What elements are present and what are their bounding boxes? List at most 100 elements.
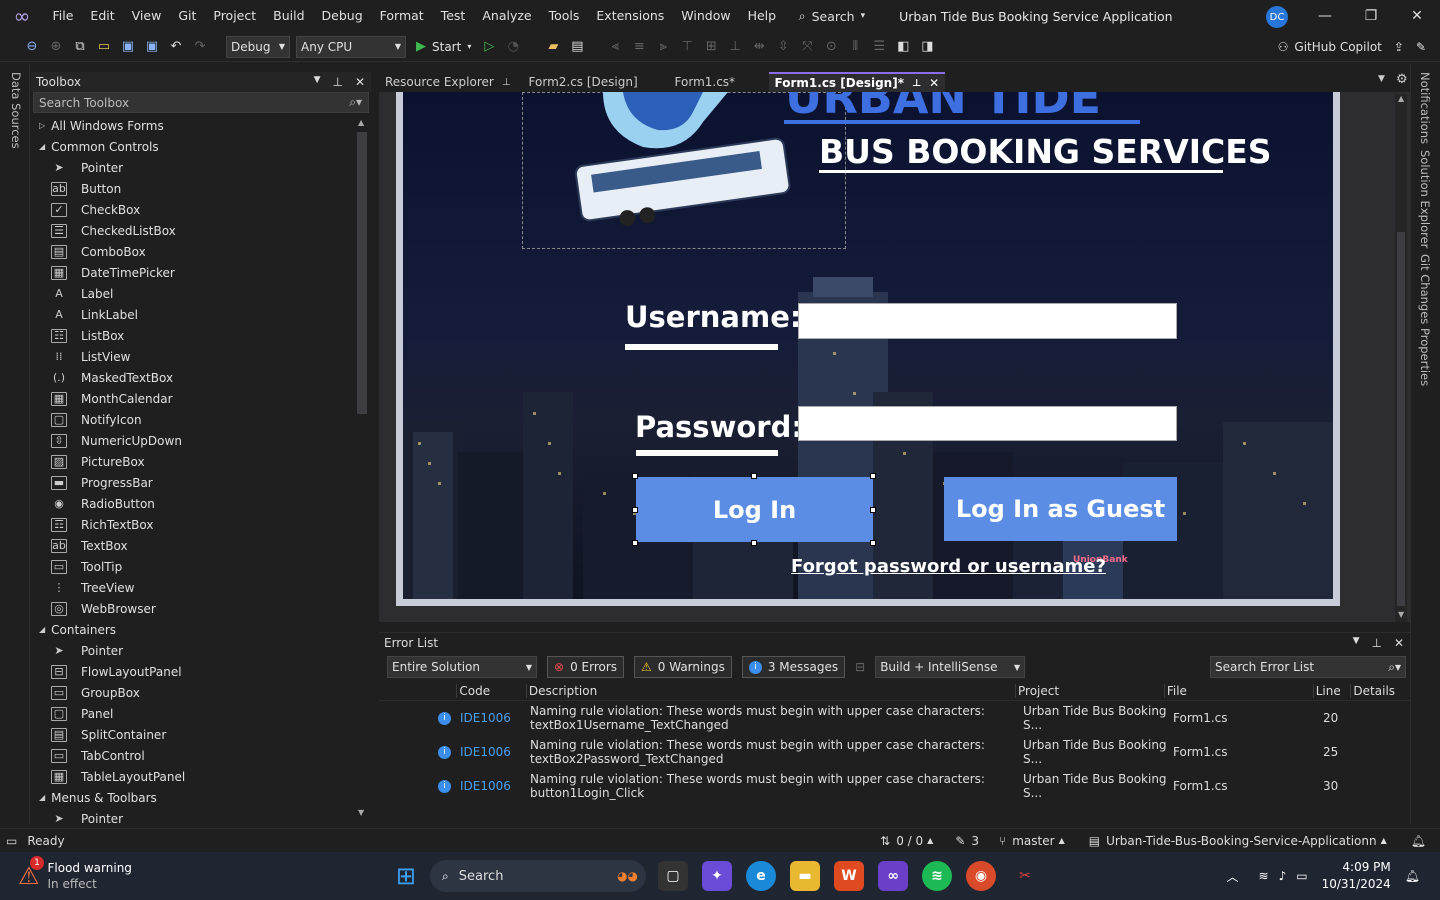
right-strip-tab-1[interactable]: Solution Explorer [1418,150,1432,248]
tab-1[interactable]: Form2.cs [Design] [523,72,663,92]
zoom-icon[interactable]: ⊙ [821,37,841,57]
login-button[interactable]: Log In [636,477,873,542]
menu-format[interactable]: Format [371,0,432,32]
toolbox-item[interactable]: ▬ ProgressBar [31,472,371,493]
toolbox-item[interactable]: A Label [31,283,371,304]
column-header-description[interactable]: Description [525,683,1015,698]
resize-handle[interactable] [632,473,638,479]
size-height-icon[interactable]: ⇳ [773,37,793,57]
menu-build[interactable]: Build [265,0,313,32]
toolbox-item[interactable]: ⊟ FlowLayoutPanel [31,661,371,682]
toolbox-item[interactable]: ▭ ToolTip [31,556,371,577]
column-header-code[interactable]: Code [456,683,525,698]
toolbox-item[interactable]: ▤ ComboBox [31,241,371,262]
pin-icon[interactable]: ⊥ [332,75,342,89]
toolbox-search-input[interactable]: Search Toolbox ⌕▾ [33,92,369,113]
file-explorer-icon[interactable]: ▬ [790,861,821,891]
spotify-icon[interactable]: ≋ [922,861,953,891]
redo-icon[interactable]: ↷ [190,37,210,57]
size-width-icon[interactable]: ⇹ [749,37,769,57]
snipping-tool-icon[interactable]: ✂ [1010,861,1040,891]
column-header-details[interactable]: Details [1350,683,1410,698]
weather-widget[interactable]: ⚠ 1 Flood warning In effect [18,856,132,892]
minimize-icon[interactable]: — [1302,0,1348,32]
close-icon[interactable]: ✕ [355,75,365,89]
toolbox-item[interactable]: ⁞⁞ ListView [31,346,371,367]
error-code-link[interactable]: IDE1006 [457,779,527,793]
close-icon[interactable]: ✕ [1394,636,1404,650]
data-sources-tab[interactable]: Data Sources [9,72,23,149]
visual-studio-logo-icon[interactable]: ∞ [0,0,44,32]
table-row[interactable]: i IDE1006 Naming rule violation: These wor… [379,735,1410,769]
repo-icon[interactable]: ▤ [1089,834,1100,848]
copilot-app-icon[interactable]: ✦ [702,861,733,891]
start-button[interactable]: ▶ Start ▾ [416,39,471,54]
dropdown-icon[interactable]: ▼ [1353,636,1360,650]
warnings-filter-button[interactable]: ⚠ 0 Warnings [634,656,732,678]
menu-tools[interactable]: Tools [540,0,588,32]
sync-icon[interactable]: ⇅ [880,834,890,848]
build-filter-dropdown[interactable]: Build + IntelliSense ▼ [875,656,1026,678]
edit-count[interactable]: 3 [971,834,979,848]
toolbox-item[interactable]: ab TextBox [31,535,371,556]
toolbox-group[interactable]: ◢ Common Controls [31,136,371,157]
designer-scrollbar[interactable] [1395,94,1407,622]
branch-name[interactable]: master [1012,834,1054,848]
save-icon[interactable]: ▣ [118,37,138,57]
resize-handle[interactable] [870,473,876,479]
volume-icon[interactable]: ♪ [1279,869,1287,883]
pin-icon[interactable]: ⊥ [502,77,511,88]
chrome-icon[interactable]: ◉ [966,861,997,891]
scroll-down-icon[interactable]: ▼ [358,808,364,817]
notification-bell-icon[interactable]: 🔔︎ [1411,834,1426,848]
column-header-line[interactable]: Line [1312,683,1351,698]
toolbox-item[interactable]: ◎ WebBrowser [31,598,371,619]
toolbox-item[interactable]: A LinkLabel [31,304,371,325]
avatar[interactable]: DC [1266,6,1288,28]
start-without-debug-icon[interactable]: ▷ [479,37,499,57]
menu-file[interactable]: File [44,0,82,32]
right-strip-tab-2[interactable]: Git Changes [1418,254,1432,324]
task-view-icon[interactable]: ▢ [658,861,689,891]
space-h-icon[interactable]: ⫴ [845,37,865,57]
resize-handle[interactable] [751,473,757,479]
pin-icon[interactable]: ⊥ [912,78,921,89]
username-textbox[interactable] [798,303,1177,339]
expand-arrow-icon[interactable]: ◢ [39,625,45,634]
scope-dropdown[interactable]: Entire Solution ▼ [387,656,537,678]
tab-0[interactable]: Resource Explorer ⊥ [379,72,517,92]
toolbox-item[interactable]: ▭ TabControl [31,745,371,766]
menu-project[interactable]: Project [205,0,265,32]
menu-view[interactable]: View [123,0,170,32]
resize-handle[interactable] [632,507,638,513]
toolbox-item[interactable]: ▨ PictureBox [31,451,371,472]
back-icon[interactable]: ⊖ [22,37,42,57]
designer-scrollbar-thumb[interactable] [1397,232,1405,606]
resize-handle[interactable] [870,507,876,513]
restore-icon[interactable]: ❐ [1348,0,1394,32]
align-middle-icon[interactable]: ⊞ [701,37,721,57]
error-code-link[interactable]: IDE1006 [457,745,527,759]
right-strip-tab-0[interactable]: Notifications [1418,72,1432,144]
align-right-icon[interactable]: ⫸ [653,37,673,57]
toolbox-item[interactable]: ➤ Pointer [31,808,371,829]
guest-login-button[interactable]: Log In as Guest [944,477,1177,541]
folder-icon[interactable]: ▰ [543,37,563,57]
brave-icon[interactable]: W [834,861,865,891]
toolbox-item[interactable]: ▭ GroupBox [31,682,371,703]
toolbox-group[interactable]: ▷ All Windows Forms [31,115,371,136]
filter-icon[interactable]: ⊟ [855,660,865,674]
align-center-icon[interactable]: ≡ [629,37,649,57]
size-both-icon[interactable]: ⤧ [797,37,817,57]
scroll-up-icon[interactable]: ▲ [1398,94,1404,103]
collapse-arrow-icon[interactable]: ▷ [39,121,45,130]
toolbox-item[interactable]: ▢ Panel [31,703,371,724]
toolbox-item[interactable]: ✓ CheckBox [31,199,371,220]
branch-icon[interactable]: ⑂ [999,834,1006,848]
share-icon[interactable]: ⇪ [1394,40,1404,54]
clock[interactable]: 4:09 PM 10/31/2024 [1322,859,1391,893]
resize-handle[interactable] [632,540,638,546]
close-tab-icon[interactable]: ✕ [929,76,939,90]
menu-test[interactable]: Test [432,0,474,32]
new-project-icon[interactable]: ⧉ [70,37,90,57]
